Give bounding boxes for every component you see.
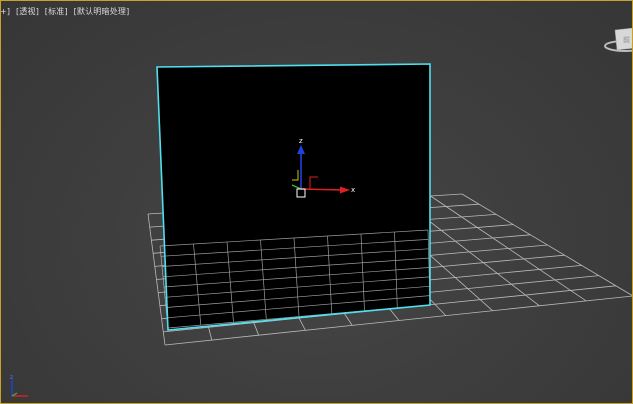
gizmo-z-label: z [299,137,303,145]
scene[interactable]: z x [0,0,633,404]
gizmo-x-axis[interactable] [300,188,345,191]
axis-tripod-icon: z [4,374,38,400]
gizmo-x-label: x [351,186,355,194]
viewcube-icon[interactable]: 前 [601,27,633,54]
grid-line [430,195,587,302]
svg-text:z: z [10,374,13,381]
viewcube-face-label: 前 [623,35,630,44]
perspective-viewport[interactable]: +] [透视] [标准] [默认明暗处理] z x 前 z [0,0,633,404]
plane-object[interactable] [156,63,431,331]
